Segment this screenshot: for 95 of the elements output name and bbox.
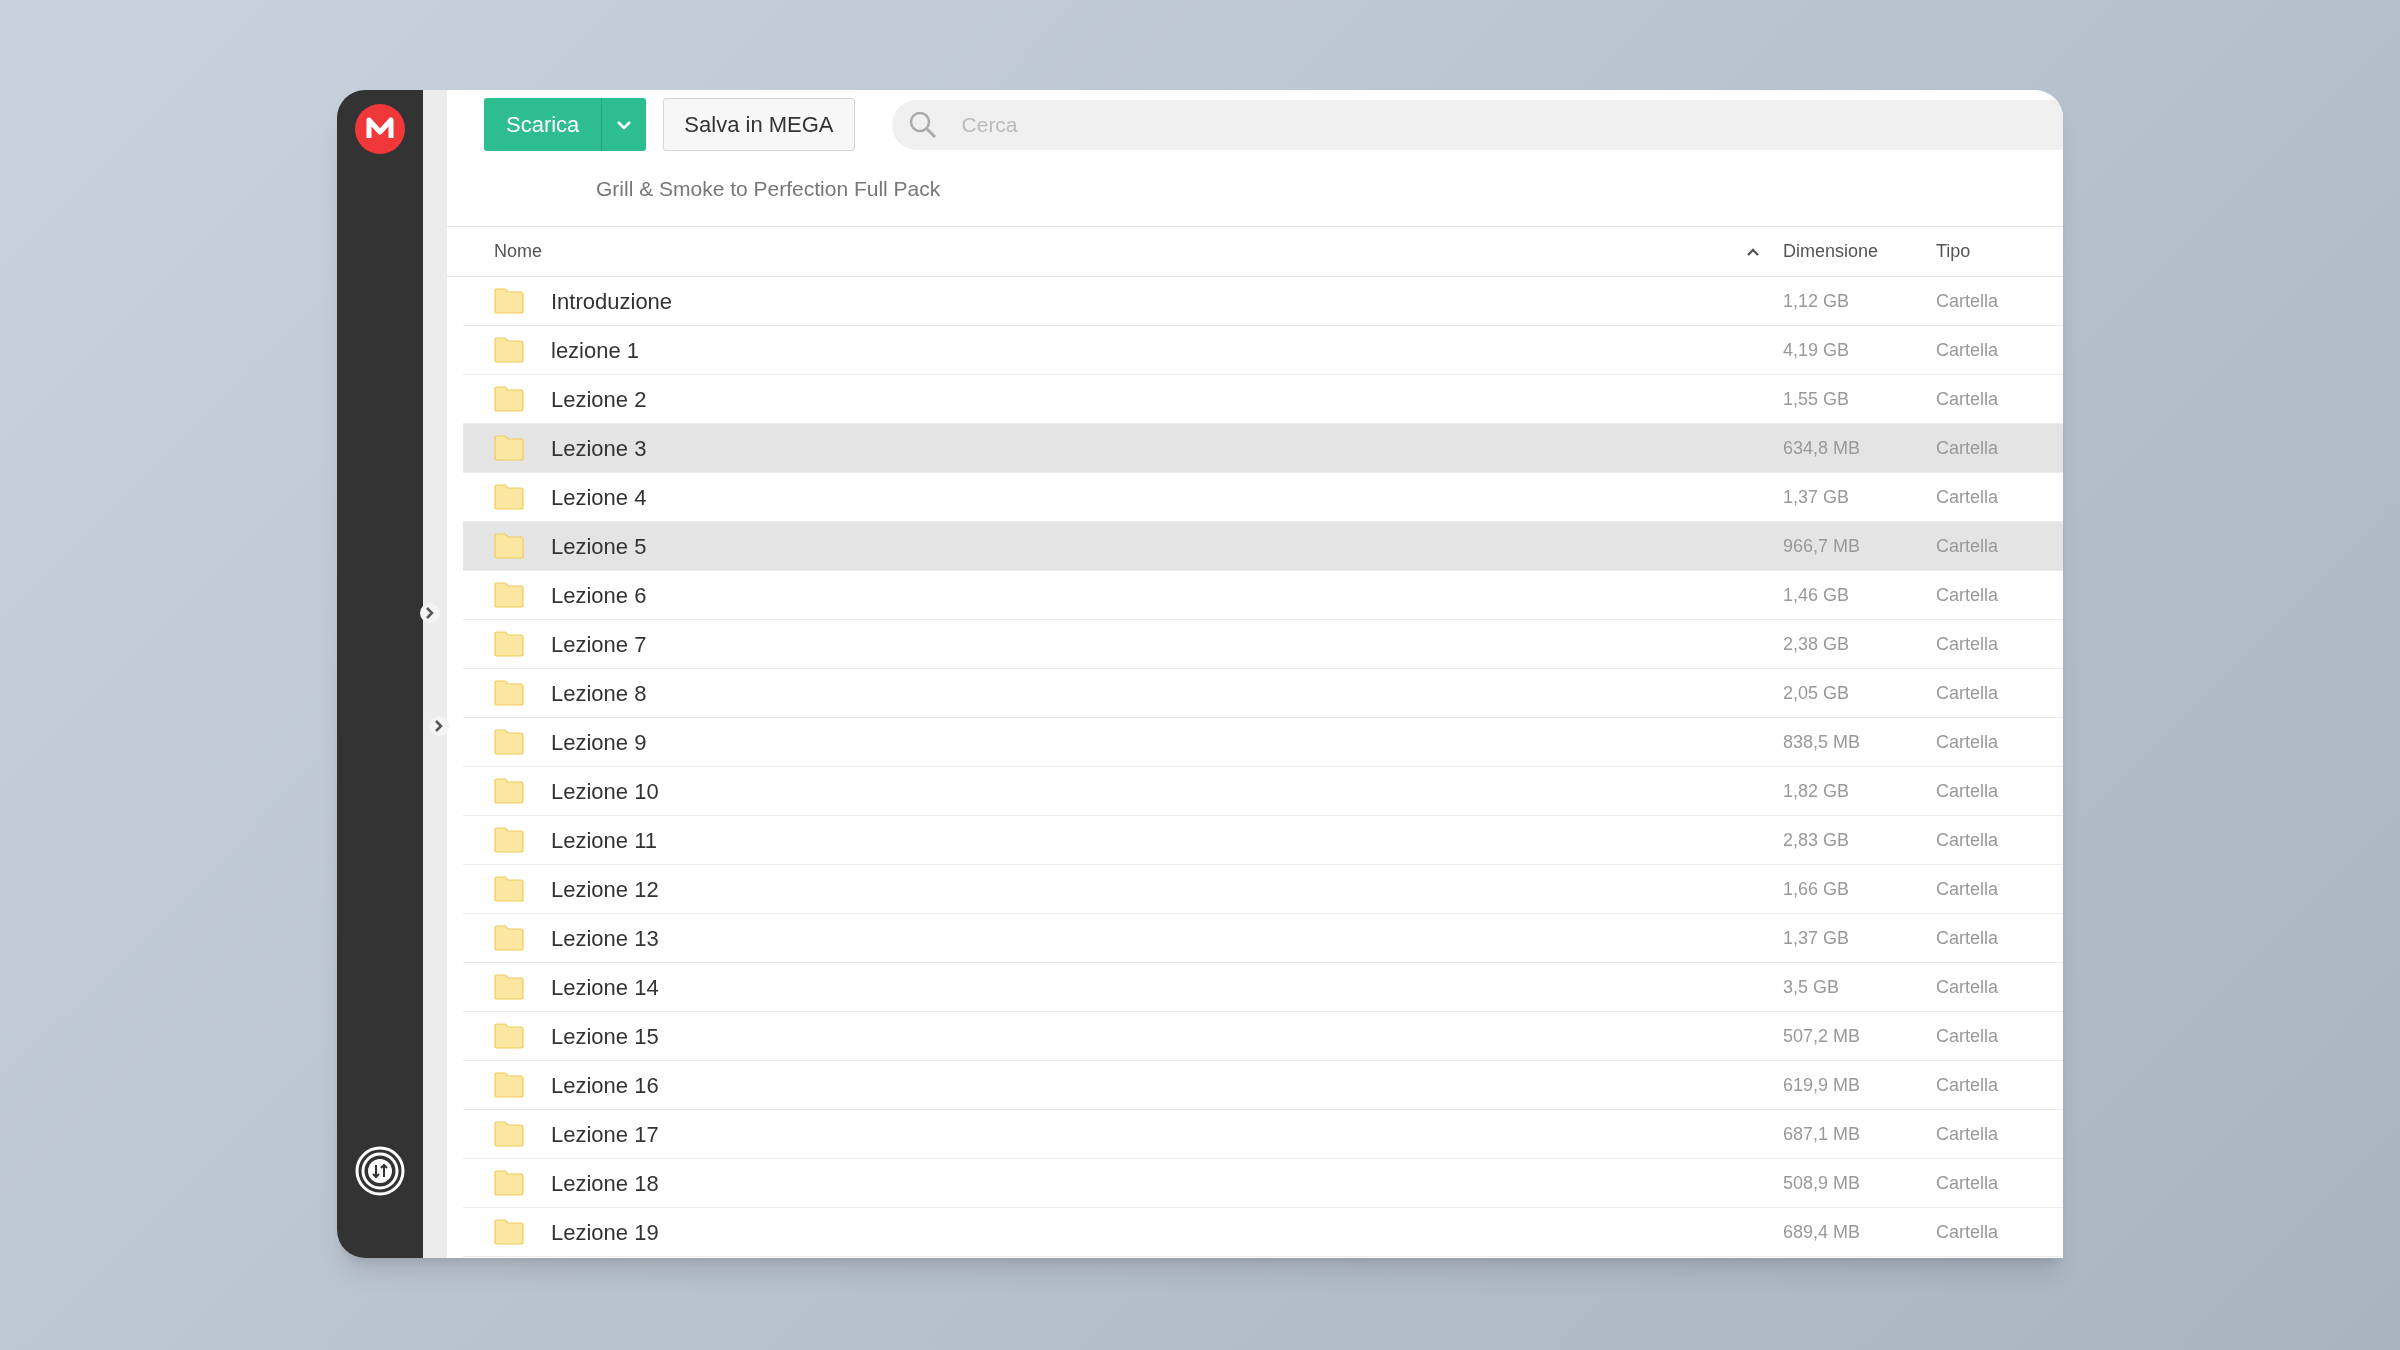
folder-row[interactable]: Lezione 5 966,7 MB Cartella	[463, 522, 2063, 571]
folder-icon	[494, 484, 524, 510]
folder-name: Lezione 9	[551, 728, 648, 757]
logo-icon	[355, 104, 405, 154]
chevron-right-icon[interactable]	[419, 602, 441, 624]
folder-name: lezione 1	[551, 336, 641, 365]
folder-row[interactable]: Lezione 3 634,8 MB Cartella	[463, 424, 2063, 473]
folder-name: Lezione 7	[551, 630, 648, 659]
folder-icon	[494, 1170, 524, 1196]
folder-icon	[494, 631, 524, 657]
transfer-icon[interactable]	[355, 1146, 405, 1196]
folder-title: Grill & Smoke to Perfection Full Pack	[596, 175, 941, 202]
folder-name: Lezione 11	[551, 826, 658, 855]
folder-icon	[494, 1121, 524, 1147]
folder-name: Lezione 10	[551, 777, 660, 806]
folder-icon	[494, 974, 524, 1000]
folder-type: Cartella	[1936, 926, 2000, 950]
folder-icon	[494, 337, 524, 363]
folder-icon	[494, 582, 524, 608]
folder-size: 1,82 GB	[1783, 779, 1851, 803]
folder-type: Cartella	[1936, 730, 2000, 754]
dropdown-button[interactable]	[601, 98, 647, 151]
folder-icon	[494, 533, 524, 559]
folder-type: Cartella	[1936, 828, 2000, 852]
folder-size: 3,5 GB	[1783, 975, 1841, 999]
chevron-down-icon	[616, 119, 633, 130]
folder-icon	[494, 1072, 524, 1098]
folder-name: Lezione 18	[551, 1169, 660, 1198]
folder-type: Cartella	[1936, 289, 2000, 313]
folder-size: 1,37 GB	[1783, 485, 1851, 509]
folder-type: Cartella	[1936, 779, 2000, 803]
folder-size: 2,38 GB	[1783, 632, 1851, 656]
folder-size: 687,1 MB	[1783, 1122, 1862, 1146]
folder-name: Lezione 6	[551, 581, 648, 610]
folder-size: 689,4 MB	[1783, 1220, 1862, 1244]
folder-type: Cartella	[1936, 877, 2000, 901]
folder-size: 4,19 GB	[1783, 338, 1851, 362]
folder-size: 966,7 MB	[1783, 534, 1862, 558]
folder-name: Introduzione	[551, 287, 674, 316]
folder-name: Lezione 17	[551, 1120, 660, 1149]
folder-name: Lezione 14	[551, 973, 660, 1002]
folder-size: 1,66 GB	[1783, 877, 1851, 901]
column-header[interactable]: Nome	[494, 238, 542, 265]
folder-icon	[494, 925, 524, 951]
folder-icon	[494, 876, 524, 902]
folder-type: Cartella	[1936, 1024, 2000, 1048]
folder-size: 507,2 MB	[1783, 1024, 1862, 1048]
folder-name: Lezione 3	[551, 434, 648, 463]
search-icon	[907, 109, 938, 140]
folder-name: Lezione 2	[551, 385, 648, 414]
folder-type: Cartella	[1936, 1171, 2000, 1195]
folder-size: 1,46 GB	[1783, 583, 1851, 607]
chevron-right-icon[interactable]	[428, 715, 450, 737]
folder-name: Lezione 4	[551, 483, 648, 512]
folder-type: Cartella	[1936, 1220, 2000, 1244]
folder-type: Cartella	[1936, 338, 2000, 362]
folder-type: Cartella	[1936, 534, 2000, 558]
folder-type: Cartella	[1936, 436, 2000, 460]
folder-size: 634,8 MB	[1783, 436, 1862, 460]
folder-size: 838,5 MB	[1783, 730, 1862, 754]
folder-icon	[494, 729, 524, 755]
folder-type: Cartella	[1936, 583, 2000, 607]
folder-name: Lezione 12	[551, 875, 660, 904]
folder-icon	[494, 1023, 524, 1049]
sort-up-icon[interactable]	[1746, 246, 1760, 257]
column-header[interactable]: Tipo	[1936, 238, 2063, 265]
folder-icon	[494, 778, 524, 804]
folder-icon	[494, 288, 524, 314]
folder-size: 2,83 GB	[1783, 828, 1851, 852]
folder-size: 508,9 MB	[1783, 1171, 1862, 1195]
folder-icon	[494, 386, 524, 412]
folder-type: Cartella	[1936, 975, 2000, 999]
folder-name: Lezione 15	[551, 1022, 660, 1051]
folder-type: Cartella	[1936, 387, 2000, 411]
folder-name: Lezione 5	[551, 532, 648, 561]
folder-name: Lezione 19	[551, 1218, 660, 1247]
folder-size: 619,9 MB	[1783, 1073, 1862, 1097]
folder-icon	[494, 827, 524, 853]
folder-type: Cartella	[1936, 485, 2000, 509]
folder-name: Lezione 13	[551, 924, 660, 953]
folder-size: 1,12 GB	[1783, 289, 1851, 313]
column-header[interactable]: Dimensione	[1783, 238, 1936, 265]
folder-type: Cartella	[1936, 681, 2000, 705]
save-button[interactable]: Salva in MEGA	[663, 98, 855, 151]
folder-size: 1,55 GB	[1783, 387, 1851, 411]
folder-name: Lezione 8	[551, 679, 648, 708]
folder-size: 2,05 GB	[1783, 681, 1851, 705]
folder-icon	[494, 1219, 524, 1245]
folder-name: Lezione 16	[551, 1071, 660, 1100]
folder-icon	[494, 435, 524, 461]
folder-size: 1,37 GB	[1783, 926, 1851, 950]
folder-type: Cartella	[1936, 632, 2000, 656]
folder-type: Cartella	[1936, 1122, 2000, 1146]
folder-type: Cartella	[1936, 1073, 2000, 1097]
folder-icon	[494, 680, 524, 706]
